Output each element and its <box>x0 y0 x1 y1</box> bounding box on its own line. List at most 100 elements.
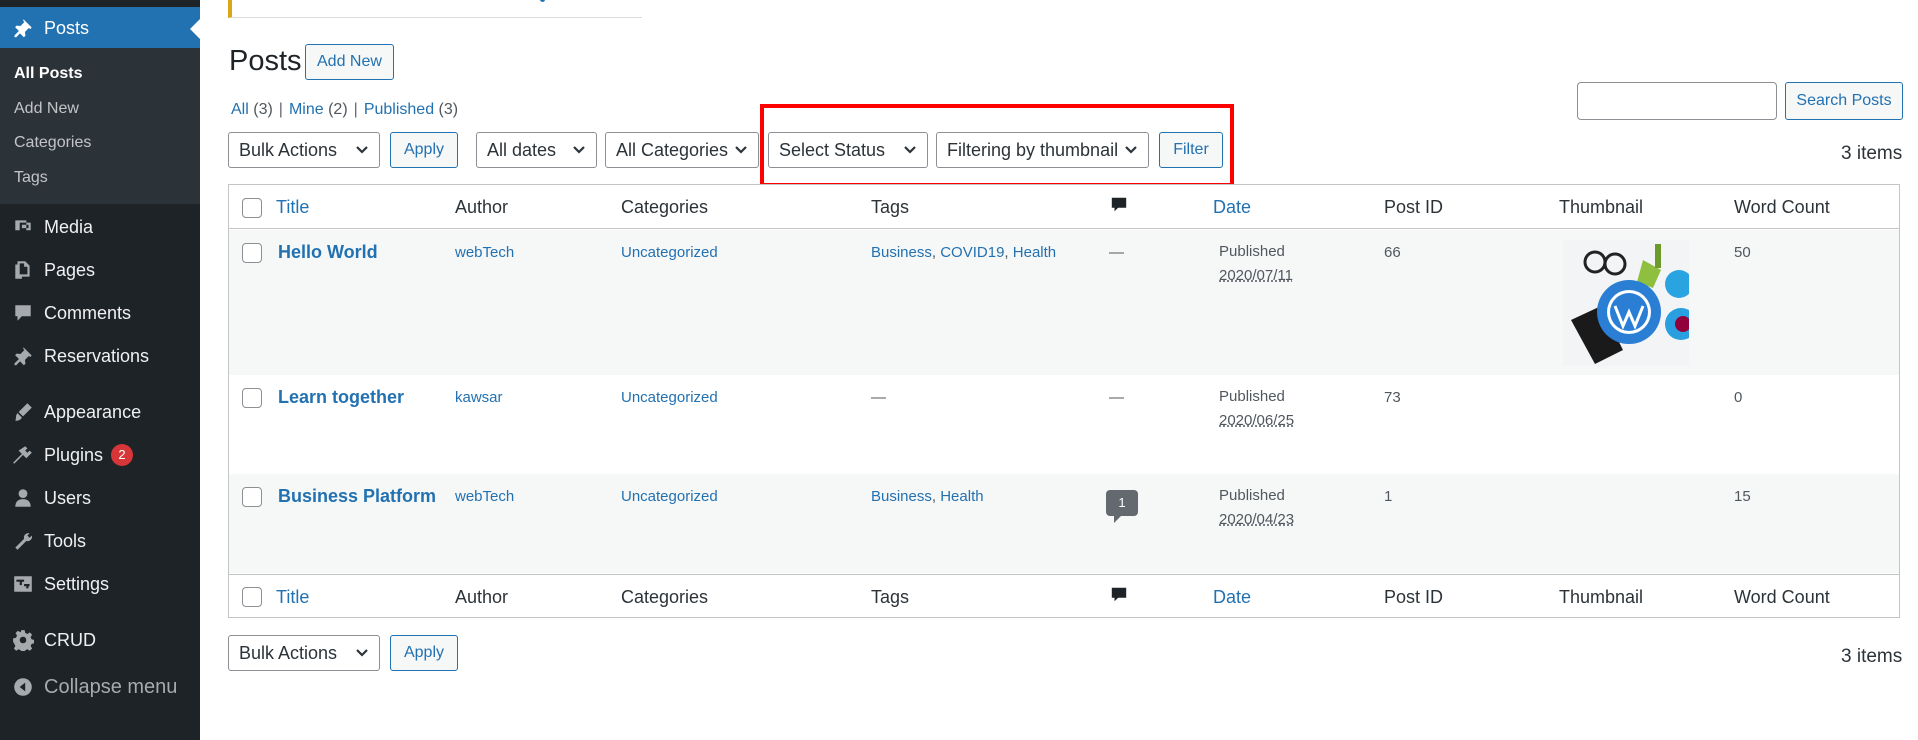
post-thumbnail-image[interactable] <box>1563 240 1689 366</box>
post-tags: — <box>871 389 886 406</box>
media-icon <box>10 216 36 238</box>
tag-link[interactable]: Health <box>1013 244 1056 261</box>
sidebar-item-pages[interactable]: Pages <box>0 249 200 291</box>
sidebar-item-posts[interactable]: Posts <box>0 7 200 49</box>
chevron-down-icon <box>354 636 370 673</box>
sidebar-item-label: Settings <box>44 573 110 594</box>
row-checkbox[interactable] <box>242 487 262 507</box>
post-category-link[interactable]: Uncategorized <box>621 244 718 261</box>
view-published-link[interactable]: Published (3) <box>364 101 458 118</box>
submenu-categories[interactable]: Categories <box>14 134 91 152</box>
column-categories: Categories <box>621 587 709 607</box>
chevron-down-icon <box>1123 133 1139 170</box>
post-tags: Business, Health <box>871 488 984 505</box>
table-footer: Title Author Categories Tags Date Post I… <box>229 574 1899 618</box>
column-date[interactable]: Date <box>1213 197 1251 218</box>
search-posts-button[interactable]: Search Posts <box>1785 82 1903 120</box>
column-word-count: Word Count <box>1734 197 1830 217</box>
sidebar-item-media[interactable]: Media <box>0 206 200 248</box>
sidebar-item-tools[interactable]: Tools <box>0 520 200 562</box>
row-checkbox[interactable] <box>242 243 262 263</box>
sidebar-item-label: Posts <box>44 17 90 38</box>
column-date[interactable]: Date <box>1213 587 1251 608</box>
apply-button-bottom[interactable]: Apply <box>390 635 458 671</box>
post-date: Published 2020/04/23 <box>1219 487 1295 528</box>
add-new-button[interactable]: Add New <box>305 44 394 80</box>
pushpin-icon <box>10 17 36 39</box>
tag-link[interactable]: COVID19 <box>940 244 1004 261</box>
wordpress-thumbnail-icon <box>1563 240 1689 366</box>
column-post-id: Post ID <box>1384 587 1444 607</box>
comment-column-icon[interactable] <box>1110 196 1128 219</box>
dates-filter-select[interactable]: All dates <box>476 132 597 168</box>
row-checkbox[interactable] <box>242 388 262 408</box>
post-title-link[interactable]: Business Platform <box>278 486 436 507</box>
thumbnail-filter-select[interactable]: Filtering by thumbnail <box>936 132 1149 168</box>
select-all-checkbox[interactable] <box>242 587 262 607</box>
select-all-checkbox[interactable] <box>242 198 262 218</box>
word-count: 50 <box>1734 244 1751 261</box>
comment-count-bubble[interactable]: 1 <box>1106 490 1138 523</box>
submenu-tags[interactable]: Tags <box>14 169 48 187</box>
pin-icon <box>10 345 36 367</box>
bulk-actions-select[interactable]: Bulk Actions <box>228 132 380 168</box>
bulk-actions-select-bottom[interactable]: Bulk Actions <box>228 635 380 671</box>
column-author: Author <box>455 197 509 217</box>
sidebar-item-appearance[interactable]: Appearance <box>0 391 200 433</box>
apply-button[interactable]: Apply <box>390 132 458 168</box>
tag-link[interactable]: Business <box>871 488 932 505</box>
submenu-all-posts[interactable]: All Posts <box>14 65 82 83</box>
filter-button[interactable]: Filter <box>1159 132 1223 168</box>
admin-notice <box>228 0 642 18</box>
post-title-link[interactable]: Learn together <box>278 387 404 408</box>
tag-link[interactable]: Business <box>871 244 932 261</box>
gear-icon <box>10 629 36 651</box>
column-word-count: Word Count <box>1734 587 1830 607</box>
sidebar-item-reservations[interactable]: Reservations <box>0 335 200 377</box>
submenu-add-new[interactable]: Add New <box>14 100 79 118</box>
sidebar-item-comments[interactable]: Comments <box>0 292 200 334</box>
post-author-link[interactable]: webTech <box>455 488 514 505</box>
post-id: 73 <box>1384 389 1401 406</box>
view-mine-link[interactable]: Mine (2) <box>289 101 348 118</box>
sidebar-item-users[interactable]: Users <box>0 477 200 519</box>
status-filter-select[interactable]: Select Status <box>768 132 928 168</box>
page-title: Posts <box>229 45 302 77</box>
admin-sidebar: Posts All Posts Add New Categories Tags … <box>0 0 200 740</box>
posts-submenu: All Posts Add New Categories Tags <box>0 48 200 204</box>
sidebar-item-label: Media <box>44 216 94 237</box>
post-category-link[interactable]: Uncategorized <box>621 389 718 406</box>
sidebar-item-label: Users <box>44 487 92 508</box>
collapse-menu-button[interactable]: Collapse menu <box>0 666 200 708</box>
post-id: 66 <box>1384 244 1401 261</box>
notice-dot <box>540 0 545 2</box>
users-icon <box>10 487 36 509</box>
categories-filter-select[interactable]: All Categories <box>605 132 759 168</box>
column-thumbnail: Thumbnail <box>1559 587 1644 607</box>
view-all-link[interactable]: All (3) <box>231 101 273 118</box>
post-author-link[interactable]: kawsar <box>455 389 503 406</box>
tag-link[interactable]: Health <box>940 488 983 505</box>
search-input[interactable] <box>1577 82 1777 120</box>
post-category-link[interactable]: Uncategorized <box>621 488 718 505</box>
column-tags: Tags <box>871 587 910 607</box>
plugins-icon <box>10 444 36 466</box>
tools-icon <box>10 530 36 552</box>
sidebar-item-plugins[interactable]: Plugins 2 <box>0 434 200 476</box>
comments-icon <box>10 302 36 324</box>
comment-column-icon[interactable] <box>1110 586 1128 609</box>
sidebar-item-settings[interactable]: Settings <box>0 563 200 605</box>
post-id: 1 <box>1384 488 1393 505</box>
post-title-link[interactable]: Hello World <box>278 242 378 263</box>
chevron-down-icon <box>733 133 749 170</box>
sidebar-item-crud[interactable]: CRUD <box>0 619 200 661</box>
table-row: Hello World webTech Uncategorized Busine… <box>229 230 1899 375</box>
sidebar-item-label: Plugins <box>44 444 104 465</box>
chevron-down-icon <box>902 133 918 170</box>
column-title[interactable]: Title <box>276 587 309 608</box>
column-title[interactable]: Title <box>276 197 309 218</box>
chevron-down-icon <box>354 133 370 170</box>
posts-table: Title Author Categories Tags Date Post I… <box>228 184 1900 618</box>
post-author-link[interactable]: webTech <box>455 244 514 261</box>
table-row: Learn together kawsar Uncategorized — — … <box>229 375 1899 474</box>
